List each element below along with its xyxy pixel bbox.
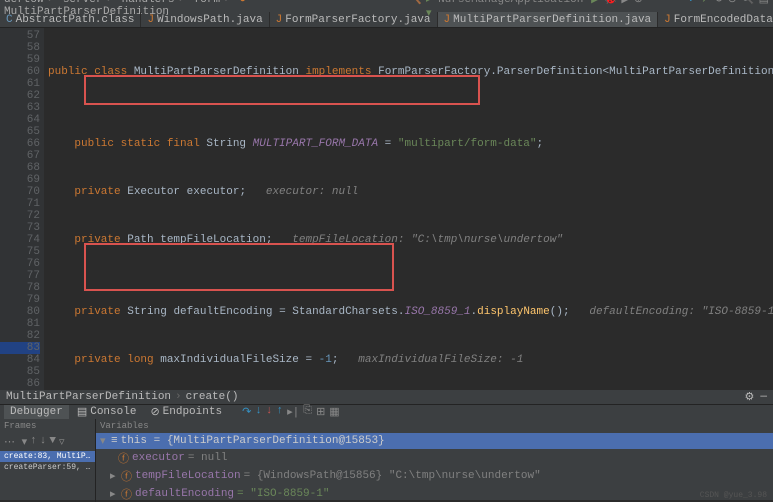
java-icon (664, 14, 671, 26)
java-icon (444, 14, 451, 26)
trace-icon[interactable]: ⊞ (316, 405, 325, 419)
var-this[interactable]: ▾≡ this = {MultiPartParserDefinition@158… (96, 433, 773, 449)
prev-frame-icon[interactable]: ↑ (30, 435, 37, 449)
watermark: CSDN @yue_3.98 (700, 491, 767, 500)
frame-row[interactable]: createParser:59, FormP (0, 462, 95, 473)
debug-panel: Debugger ▤ Console ⊘ Endpoints ↷ ↓ ↓ ↑ ▸… (0, 404, 773, 500)
tab-console[interactable]: ▤ Console (71, 405, 143, 419)
step-into-icon[interactable]: ↓ (255, 405, 262, 419)
evaluate-icon[interactable]: ⎘ (303, 405, 312, 419)
tab-multipartparserdefinition[interactable]: MultiPartParserDefinition.java (438, 12, 659, 27)
tab-debugger[interactable]: Debugger (4, 405, 69, 419)
var-executor[interactable]: ⓕ executor = null (96, 449, 773, 467)
code-editor[interactable]: 5758596061626364656667686970717273747576… (0, 28, 773, 390)
force-step-into-icon[interactable]: ↓ (266, 405, 273, 419)
dropdown-icon[interactable]: ⋯ ▾ (4, 435, 27, 449)
filter2-icon[interactable]: ▿ (59, 435, 65, 449)
tab-endpoints[interactable]: ⊘ Endpoints (144, 405, 228, 419)
minimize-icon[interactable]: — (760, 391, 767, 403)
code-area[interactable]: public class MultiPartParserDefinition i… (44, 28, 773, 390)
tab-windowspath[interactable]: WindowsPath.java (141, 12, 269, 27)
layout-icon[interactable]: ▦ (329, 405, 339, 419)
java-icon (276, 14, 283, 26)
var-tempfilelocation[interactable]: ▸ⓕ tempFileLocation = {WindowsPath@15856… (96, 467, 773, 485)
class-icon (6, 14, 13, 26)
var-defaultencoding[interactable]: ▸ⓕ defaultEncoding = "ISO-8859-1" (96, 485, 773, 502)
editor-tabs: AbstractPath.class WindowsPath.java Form… (0, 12, 773, 28)
gear-icon[interactable]: ⚙ (745, 390, 755, 404)
tab-abstractpath[interactable]: AbstractPath.class (0, 12, 141, 27)
frames-panel: Frames ⋯ ▾ ↑ ↓ ▼ ▿ create:83, MultiPartP… (0, 419, 96, 502)
next-frame-icon[interactable]: ↓ (40, 435, 47, 449)
step-out-icon[interactable]: ↑ (277, 405, 284, 419)
variables-panel: Variables ▾≡ this = {MultiPartParserDefi… (96, 419, 773, 502)
frame-row[interactable]: create:83, MultiPartP (0, 451, 95, 462)
line-gutter: 5758596061626364656667686970717273747576… (0, 28, 44, 390)
editor-breadcrumb: MultiPartParserDefinition›create() ⚙ — (0, 390, 773, 404)
filter-icon[interactable]: ▼ (49, 435, 56, 449)
tab-formencodeddatadefinition[interactable]: FormEncodedDataDefinition.java (658, 12, 773, 27)
java-icon (147, 14, 154, 26)
tab-formparserfactory[interactable]: FormParserFactory.java (270, 12, 438, 27)
run-to-cursor-icon[interactable]: ▸| (287, 405, 299, 419)
step-over-icon[interactable]: ↷ (242, 405, 251, 419)
